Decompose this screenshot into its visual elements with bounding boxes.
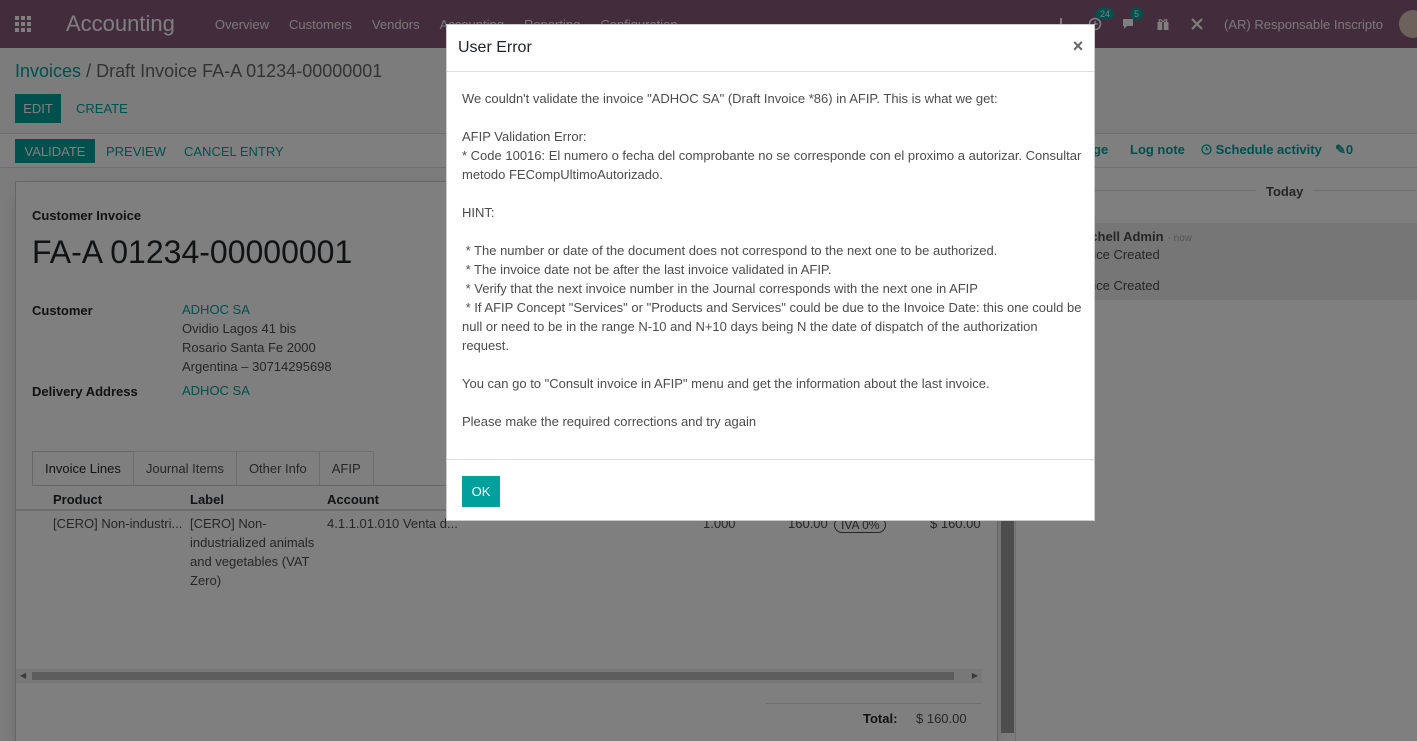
error-message: We couldn't validate the invoice "ADHOC … (462, 89, 1082, 431)
error-message-line (462, 393, 1082, 412)
error-message-line: Please make the required corrections and… (462, 414, 757, 429)
error-message-line: We couldn't validate the invoice "ADHOC … (462, 91, 998, 106)
error-message-line: HINT: (462, 205, 495, 220)
user-error-dialog: User Error × We couldn't validate the in… (446, 24, 1095, 521)
error-message-line (462, 222, 1082, 241)
error-message-line (462, 355, 1082, 374)
error-message-line: * The number or date of the document doe… (462, 243, 998, 258)
dialog-title: User Error (458, 39, 532, 56)
dialog-header: User Error × (447, 25, 1094, 72)
error-message-line: * Verify that the next invoice number in… (462, 281, 978, 296)
error-message-line: * The invoice date not be after the last… (462, 262, 832, 277)
error-message-line: You can go to "Consult invoice in AFIP" … (462, 376, 990, 391)
error-message-line (462, 184, 1082, 203)
error-message-line: * If AFIP Concept "Services" or "Product… (462, 300, 1086, 353)
dialog-footer: OK (447, 459, 1094, 521)
error-message-line: AFIP Validation Error: (462, 129, 587, 144)
error-message-line (462, 108, 1082, 127)
close-icon[interactable]: × (1069, 36, 1087, 56)
ok-button[interactable]: OK (462, 476, 500, 507)
error-message-line: * Code 10016: El numero o fecha del comp… (462, 148, 1085, 182)
